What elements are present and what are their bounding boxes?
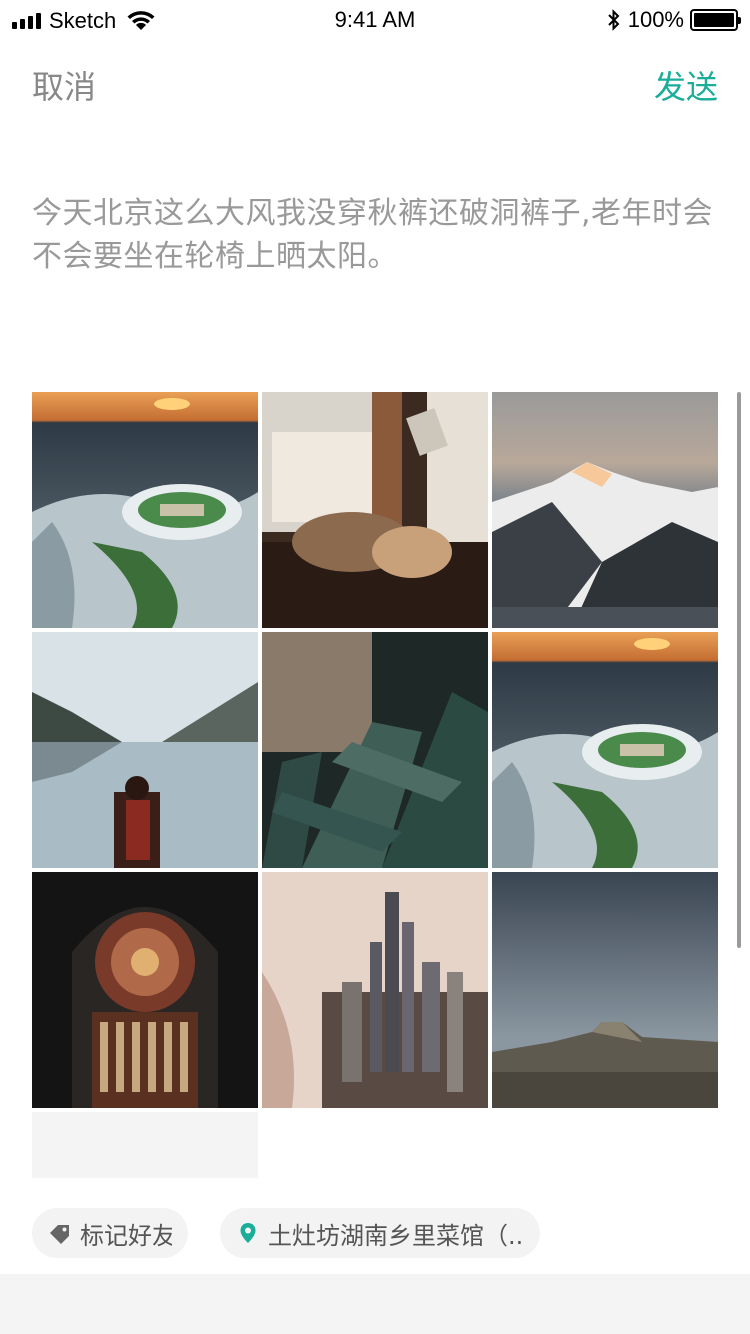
location-button[interactable]: 土灶坊湖南乡里菜馆（... (220, 1208, 540, 1258)
photo-thumbnail[interactable] (262, 872, 488, 1108)
tag-friends-label: 标记好友 (80, 1221, 172, 1250)
photo-thumbnail[interactable] (262, 392, 488, 628)
cancel-button[interactable]: 取消 (32, 62, 96, 108)
status-bar: Sketch 9:41 AM 100% (0, 0, 750, 40)
photo-grid (32, 392, 718, 1178)
tag-friends-button[interactable]: 标记好友 (32, 1208, 188, 1258)
photo-thumbnail[interactable] (32, 872, 258, 1108)
photo-thumbnail[interactable] (492, 392, 718, 628)
photo-thumbnail[interactable] (262, 632, 488, 868)
photo-thumbnail[interactable] (32, 392, 258, 628)
post-text-input[interactable]: 今天北京这么大风我没穿秋裤还破洞裤子,老年时会不会要坐在轮椅上晒太阳。 (32, 192, 718, 278)
scrollbar[interactable] (737, 392, 741, 948)
battery-icon (690, 9, 741, 31)
photo-thumbnail[interactable] (492, 872, 718, 1108)
tag-icon (50, 1225, 69, 1244)
bluetooth-icon (608, 9, 620, 31)
add-photo-slot[interactable] (32, 1112, 258, 1178)
status-bar-right: 100% (606, 7, 741, 33)
battery-percent: 100% (627, 7, 684, 32)
location-pin-icon (240, 1223, 256, 1243)
location-label: 土灶坊湖南乡里菜馆（... (268, 1221, 524, 1250)
battery-level (694, 13, 734, 27)
send-button[interactable]: 发送 (654, 62, 718, 108)
photo-thumbnail[interactable] (32, 632, 258, 868)
bottom-toolbar (0, 1274, 750, 1334)
photo-thumbnail[interactable] (492, 632, 718, 868)
